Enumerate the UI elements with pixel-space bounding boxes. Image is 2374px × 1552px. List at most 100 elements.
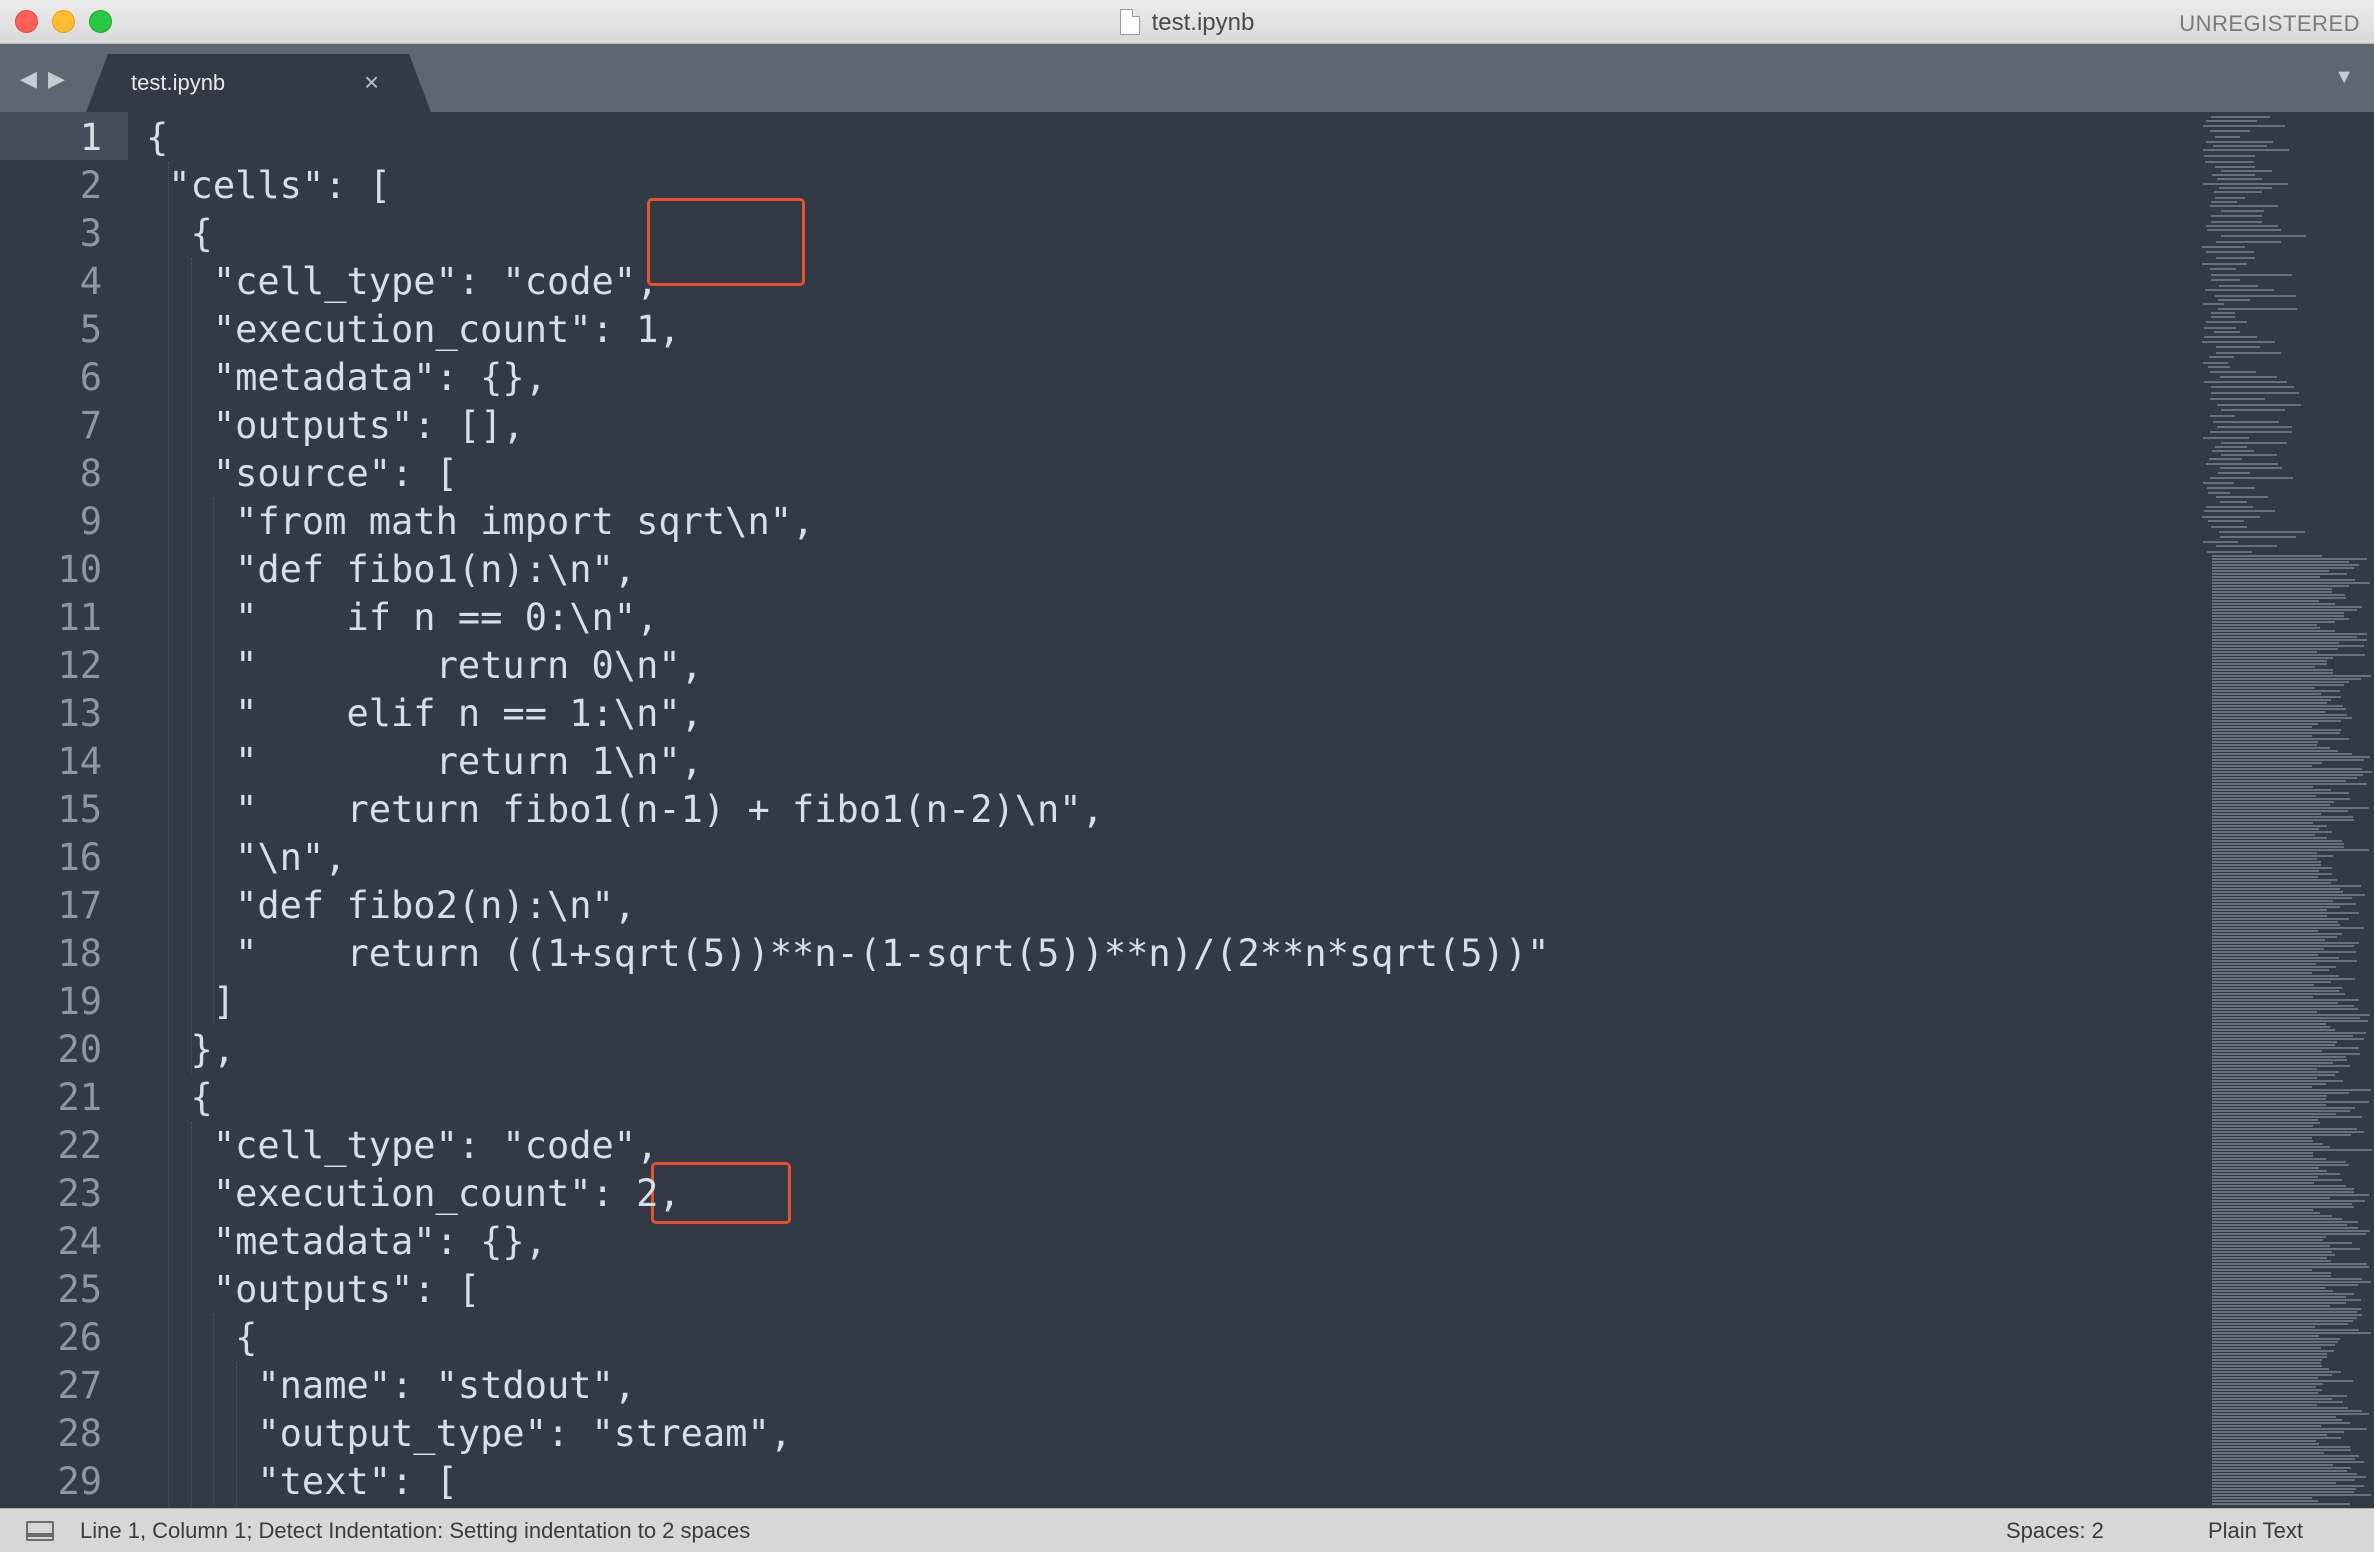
minimap-line [2212,1296,2346,1298]
tab-dropdown-icon[interactable]: ▼ [2334,66,2354,89]
code-line[interactable]: "metadata": {}, [146,354,547,402]
minimap-line [2212,1425,2321,1427]
minimap-line [2208,520,2245,522]
minimap-line [2212,1437,2341,1439]
minimap-line [2211,316,2236,318]
minimap-line [2213,421,2279,423]
editor-area[interactable]: 1 2 3 4 5 6 7 8 9 10 11 12 13 14 15 16 17 18 19 20 21 22 23 24 2… [0,112,2374,1508]
minimap-line [2212,720,2342,722]
minimap-line [2212,1353,2328,1355]
minimap-line [2211,215,2262,217]
syntax-selector[interactable]: Plain Text [2208,1518,2303,1544]
code-line[interactable]: "cell_type": "code", [146,1122,659,1170]
code-line[interactable]: " if n == 0:\n", [146,594,658,642]
code-line[interactable]: "from math import sqrt\n", [146,498,814,546]
minimap-line [2212,1467,2352,1469]
code-line[interactable]: { [146,114,168,162]
code-line[interactable]: "execution_count": 2, [146,1170,681,1218]
minimap-line [2212,1389,2322,1391]
minimap-line [2202,341,2275,343]
minimap-line [2212,891,2343,893]
minimap-line [2212,714,2348,716]
tab-close-icon[interactable]: × [364,67,379,98]
code-line[interactable]: "cells": [ [146,162,391,210]
code-line[interactable]: "cell_type": "code", [146,258,659,306]
code-line[interactable]: "outputs": [ [146,1266,480,1314]
indentation-selector[interactable]: Spaces: 2 [2006,1518,2104,1544]
code-line[interactable]: "\n", [146,834,346,882]
tab-test-ipynb[interactable]: test.ipynb × [86,54,431,112]
minimap-line [2212,1344,2335,1346]
minimap-line [2212,1059,2348,1061]
minimap-line [2212,636,2358,638]
code-line[interactable]: { [146,1074,213,1122]
code-line[interactable]: ] [146,978,235,1026]
tab-label: test.ipynb [131,70,226,95]
minimap-line [2212,627,2321,629]
code-text-area[interactable]: { "cells": [ { "cell_type": "code", "exe… [146,112,2196,1508]
code-line[interactable]: " elif n == 1:\n", [146,690,703,738]
minimap-line [2212,1371,2342,1373]
minimap-line [2212,582,2370,584]
panel-icon[interactable] [26,1521,54,1541]
code-line[interactable]: " return 0\n", [146,642,703,690]
minimap-line [2212,1008,2358,1010]
minimap-line [2212,903,2357,905]
line-number: 21 [57,1076,102,1119]
minimap-line [2220,501,2248,503]
forward-arrow-icon[interactable]: ▶ [48,68,65,90]
minimap-line [2211,526,2248,528]
minimap-line [2221,442,2288,444]
minimap-line [2212,1359,2322,1361]
minimap-line [2212,1308,2361,1310]
code-line[interactable]: "source": [ [146,450,458,498]
minimap-line [2212,738,2350,740]
code-line[interactable]: "def fibo1(n):\n", [146,546,636,594]
minimap-line [2215,197,2245,199]
minimap-line [2212,1053,2360,1055]
line-number: 12 [57,644,102,687]
code-line[interactable]: "name": "stdout", [146,1362,636,1410]
tab-bar: ◀ ▶ test.ipynb × ▼ [0,44,2374,112]
minimap-line [2212,1065,2350,1067]
minimap-line [2212,654,2366,656]
code-line[interactable]: }, [146,1026,236,1074]
title-bar: test.ipynb UNREGISTERED [0,0,2374,44]
code-line[interactable]: "outputs": [], [146,402,525,450]
minimap-line [2212,777,2358,779]
minimap-line [2212,1302,2346,1304]
status-message: Line 1, Column 1; Detect Indentation: Se… [80,1518,751,1543]
code-line[interactable]: " return fibo1(n-1) + fibo1(n-2)\n", [146,786,1104,834]
minimap-line [2212,711,2325,713]
code-line[interactable]: { [146,210,213,258]
minimap-line [2210,415,2236,417]
minimap[interactable] [2202,112,2374,1508]
code-line[interactable]: " return 1\n", [146,738,703,786]
minimap-line [2212,1167,2320,1169]
minimap-line [2212,1200,2365,1202]
minimap-line [2212,681,2349,683]
line-number: 9 [79,500,102,543]
minimap-line [2212,1224,2347,1226]
minimap-line [2215,166,2255,168]
minimap-line [2212,1110,2351,1112]
code-line[interactable]: "text": [ [146,1458,458,1506]
code-line[interactable]: "def fibo2(n):\n", [146,882,636,930]
minimap-line [2212,1314,2363,1316]
code-line[interactable]: "execution_count": 1, [146,306,681,354]
line-number: 7 [79,404,102,447]
code-line[interactable]: "metadata": {}, [146,1218,547,1266]
code-line[interactable]: " return ((1+sqrt(5))**n-(1-sqrt(5))**n)… [146,930,1549,978]
code-line[interactable]: "output_type": "stream", [146,1410,792,1458]
minimap-line [2212,810,2348,812]
code-line[interactable]: { [146,1314,257,1362]
minimap-line [2212,843,2344,845]
minimap-line [2212,1419,2343,1421]
minimap-line [2218,308,2298,310]
minimap-line [2212,1113,2336,1115]
minimap-line [2212,1401,2343,1403]
back-arrow-icon[interactable]: ◀ [20,68,37,90]
minimap-line [2212,1173,2341,1175]
minimap-line [2213,145,2268,147]
minimap-line [2212,852,2318,854]
